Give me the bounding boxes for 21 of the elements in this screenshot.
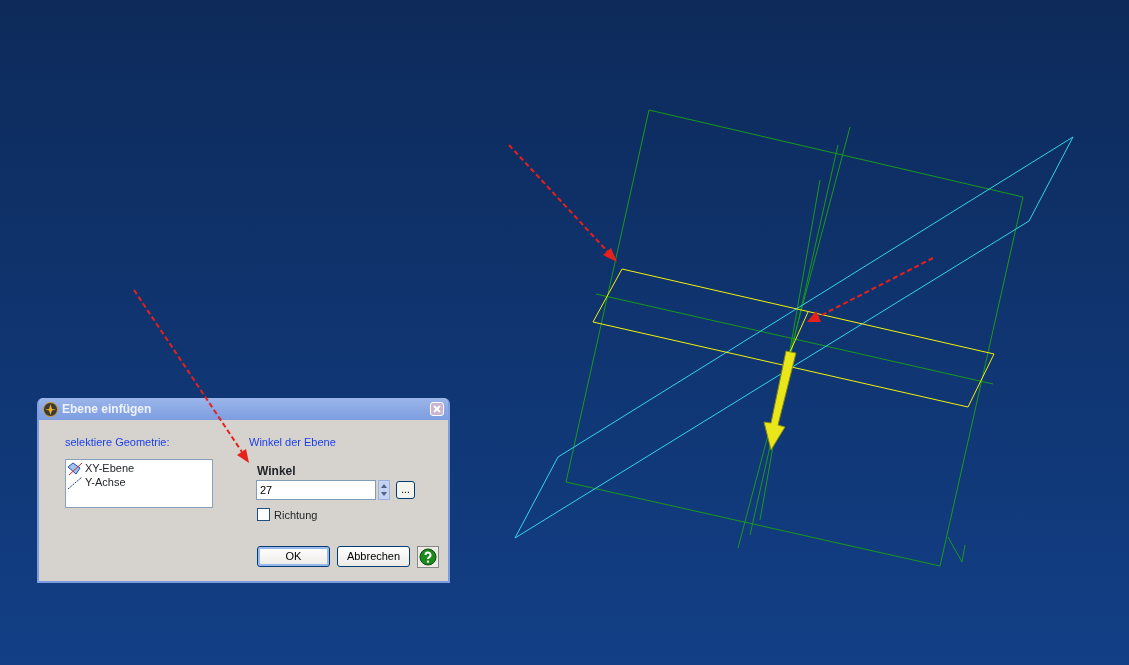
ok-button[interactable]: OK	[257, 546, 330, 567]
geometry-list[interactable]: XY-Ebene Y-Achse	[65, 458, 213, 508]
direction-checkbox[interactable]	[257, 508, 270, 522]
section-heading: Winkel der Ebene	[249, 435, 337, 450]
spin-button[interactable]	[378, 479, 390, 500]
direction-arrow-icon	[763, 350, 797, 451]
plane-icon	[67, 461, 83, 476]
window-title: Ebene einfügen	[62, 401, 152, 418]
app-logo-icon	[43, 401, 58, 417]
geometry-item[interactable]: XY-Ebene	[85, 460, 135, 477]
browse-button[interactable]: ...	[396, 480, 415, 499]
angle-input-field[interactable]: 27	[256, 479, 376, 500]
field-label: Winkel	[257, 462, 297, 480]
close-icon	[433, 405, 441, 413]
help-icon	[419, 548, 437, 566]
axis-icon	[67, 475, 83, 490]
geometry-item[interactable]: Y-Achse	[85, 474, 126, 491]
help-button[interactable]	[417, 546, 439, 568]
geometry-label: selektiere Geometrie:	[65, 435, 171, 450]
checkbox-label: Richtung	[274, 507, 318, 523]
cancel-button[interactable]: Abbrechen	[337, 546, 410, 567]
